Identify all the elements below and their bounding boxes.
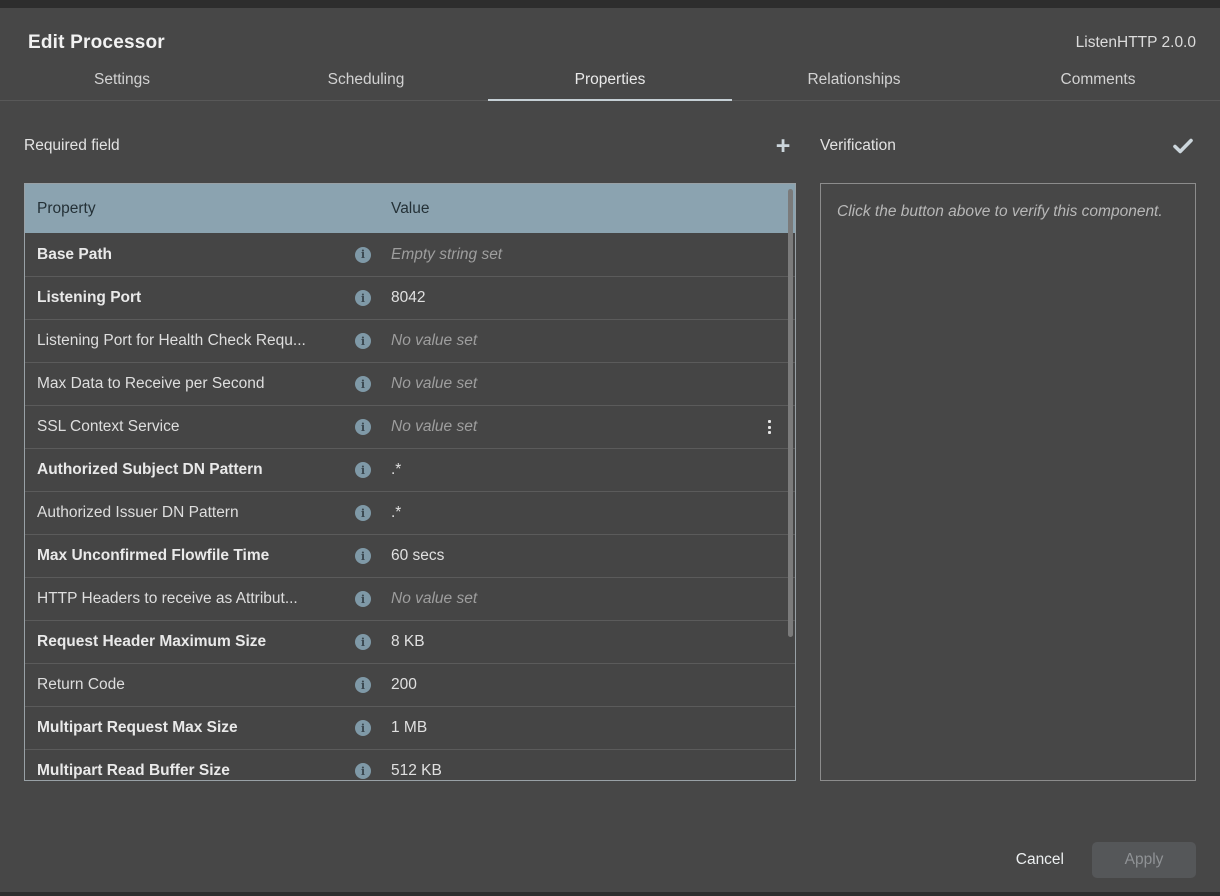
info-icon[interactable]: i <box>355 290 391 306</box>
property-name: Multipart Request Max Size <box>37 719 355 737</box>
property-value[interactable]: 8 KB <box>391 633 795 651</box>
property-value[interactable]: 200 <box>391 676 795 694</box>
table-row[interactable]: SSL Context Service i No value set <box>25 405 795 448</box>
tab-comments[interactable]: Comments <box>976 60 1220 100</box>
plus-icon: + <box>776 134 791 159</box>
active-tab-underline <box>488 99 732 101</box>
property-name: Max Data to Receive per Second <box>37 375 355 393</box>
dialog-title: Edit Processor <box>28 32 165 54</box>
property-name: Authorized Issuer DN Pattern <box>37 504 355 522</box>
verification-label: Verification <box>820 137 896 155</box>
table-row[interactable]: Multipart Read Buffer Size i 512 KB <box>25 749 795 781</box>
edit-processor-dialog: Edit Processor ListenHTTP 2.0.0 Settings… <box>0 8 1220 892</box>
info-icon[interactable]: i <box>355 376 391 392</box>
info-icon[interactable]: i <box>355 462 391 478</box>
table-row[interactable]: Max Unconfirmed Flowfile Time i 60 secs <box>25 534 795 577</box>
property-name: Listening Port for Health Check Requ... <box>37 332 355 350</box>
required-field-label: Required field <box>24 137 120 155</box>
verification-results-box: Click the button above to verify this co… <box>820 183 1196 781</box>
more-menu-icon[interactable] <box>749 420 789 434</box>
verification-message: Click the button above to verify this co… <box>837 200 1179 224</box>
table-row[interactable]: Listening Port i 8042 <box>25 276 795 319</box>
table-scrollbar-thumb[interactable] <box>788 189 793 637</box>
property-value[interactable]: .* <box>391 504 795 522</box>
info-icon[interactable]: i <box>355 591 391 607</box>
info-icon[interactable]: i <box>355 763 391 779</box>
checkmark-icon <box>1173 138 1193 154</box>
processor-type-version: ListenHTTP 2.0.0 <box>1076 34 1196 52</box>
table-row[interactable]: Request Header Maximum Size i 8 KB <box>25 620 795 663</box>
verification-panel: Verification Click the button above to v… <box>820 101 1196 781</box>
info-icon[interactable]: i <box>355 419 391 435</box>
table-row[interactable]: Return Code i 200 <box>25 663 795 706</box>
table-row[interactable]: HTTP Headers to receive as Attribut... i… <box>25 577 795 620</box>
verify-button[interactable] <box>1170 133 1196 159</box>
property-value[interactable]: No value set <box>391 418 749 436</box>
property-value[interactable]: 60 secs <box>391 547 795 565</box>
property-value[interactable]: No value set <box>391 590 795 608</box>
cancel-button[interactable]: Cancel <box>1012 845 1068 875</box>
info-icon[interactable]: i <box>355 333 391 349</box>
property-value[interactable]: 512 KB <box>391 762 795 780</box>
property-table-body: Base Path i Empty string set Listening P… <box>25 233 795 781</box>
property-name: Return Code <box>37 676 355 694</box>
table-row[interactable]: Listening Port for Health Check Requ... … <box>25 319 795 362</box>
property-value[interactable]: .* <box>391 461 795 479</box>
property-table-header: Property Value <box>25 184 795 233</box>
property-value[interactable]: 1 MB <box>391 719 795 737</box>
tab-relationships[interactable]: Relationships <box>732 60 976 100</box>
property-name: Max Unconfirmed Flowfile Time <box>37 547 355 565</box>
dialog-tabbar: Settings Scheduling Properties Relations… <box>0 60 1220 101</box>
property-name: HTTP Headers to receive as Attribut... <box>37 590 355 608</box>
info-icon[interactable]: i <box>355 505 391 521</box>
apply-button[interactable]: Apply <box>1092 842 1196 878</box>
dialog-header: Edit Processor ListenHTTP 2.0.0 <box>0 8 1220 52</box>
property-name: Authorized Subject DN Pattern <box>37 461 355 479</box>
property-value[interactable]: No value set <box>391 332 795 350</box>
add-property-button[interactable]: + <box>770 133 796 159</box>
properties-panel: Required field + Property Value Base Pat… <box>24 101 796 781</box>
table-row[interactable]: Multipart Request Max Size i 1 MB <box>25 706 795 749</box>
property-name: Multipart Read Buffer Size <box>37 762 355 780</box>
property-name: Base Path <box>37 246 355 264</box>
column-header-property: Property <box>37 200 391 218</box>
property-value[interactable]: No value set <box>391 375 795 393</box>
info-icon[interactable]: i <box>355 677 391 693</box>
property-name: Request Header Maximum Size <box>37 633 355 651</box>
property-name: Listening Port <box>37 289 355 307</box>
property-name: SSL Context Service <box>37 418 355 436</box>
info-icon[interactable]: i <box>355 247 391 263</box>
tab-properties[interactable]: Properties <box>488 60 732 100</box>
info-icon[interactable]: i <box>355 548 391 564</box>
dialog-footer: Cancel Apply <box>1012 842 1196 878</box>
tab-scheduling[interactable]: Scheduling <box>244 60 488 100</box>
table-row[interactable]: Authorized Subject DN Pattern i .* <box>25 448 795 491</box>
column-header-value: Value <box>391 200 795 218</box>
table-row[interactable]: Base Path i Empty string set <box>25 233 795 276</box>
table-row[interactable]: Authorized Issuer DN Pattern i .* <box>25 491 795 534</box>
property-value[interactable]: Empty string set <box>391 246 795 264</box>
property-table: Property Value Base Path i Empty string … <box>24 183 796 781</box>
tab-settings[interactable]: Settings <box>0 60 244 100</box>
info-icon[interactable]: i <box>355 634 391 650</box>
table-row[interactable]: Max Data to Receive per Second i No valu… <box>25 362 795 405</box>
dialog-content: Required field + Property Value Base Pat… <box>0 101 1220 781</box>
property-value[interactable]: 8042 <box>391 289 795 307</box>
info-icon[interactable]: i <box>355 720 391 736</box>
